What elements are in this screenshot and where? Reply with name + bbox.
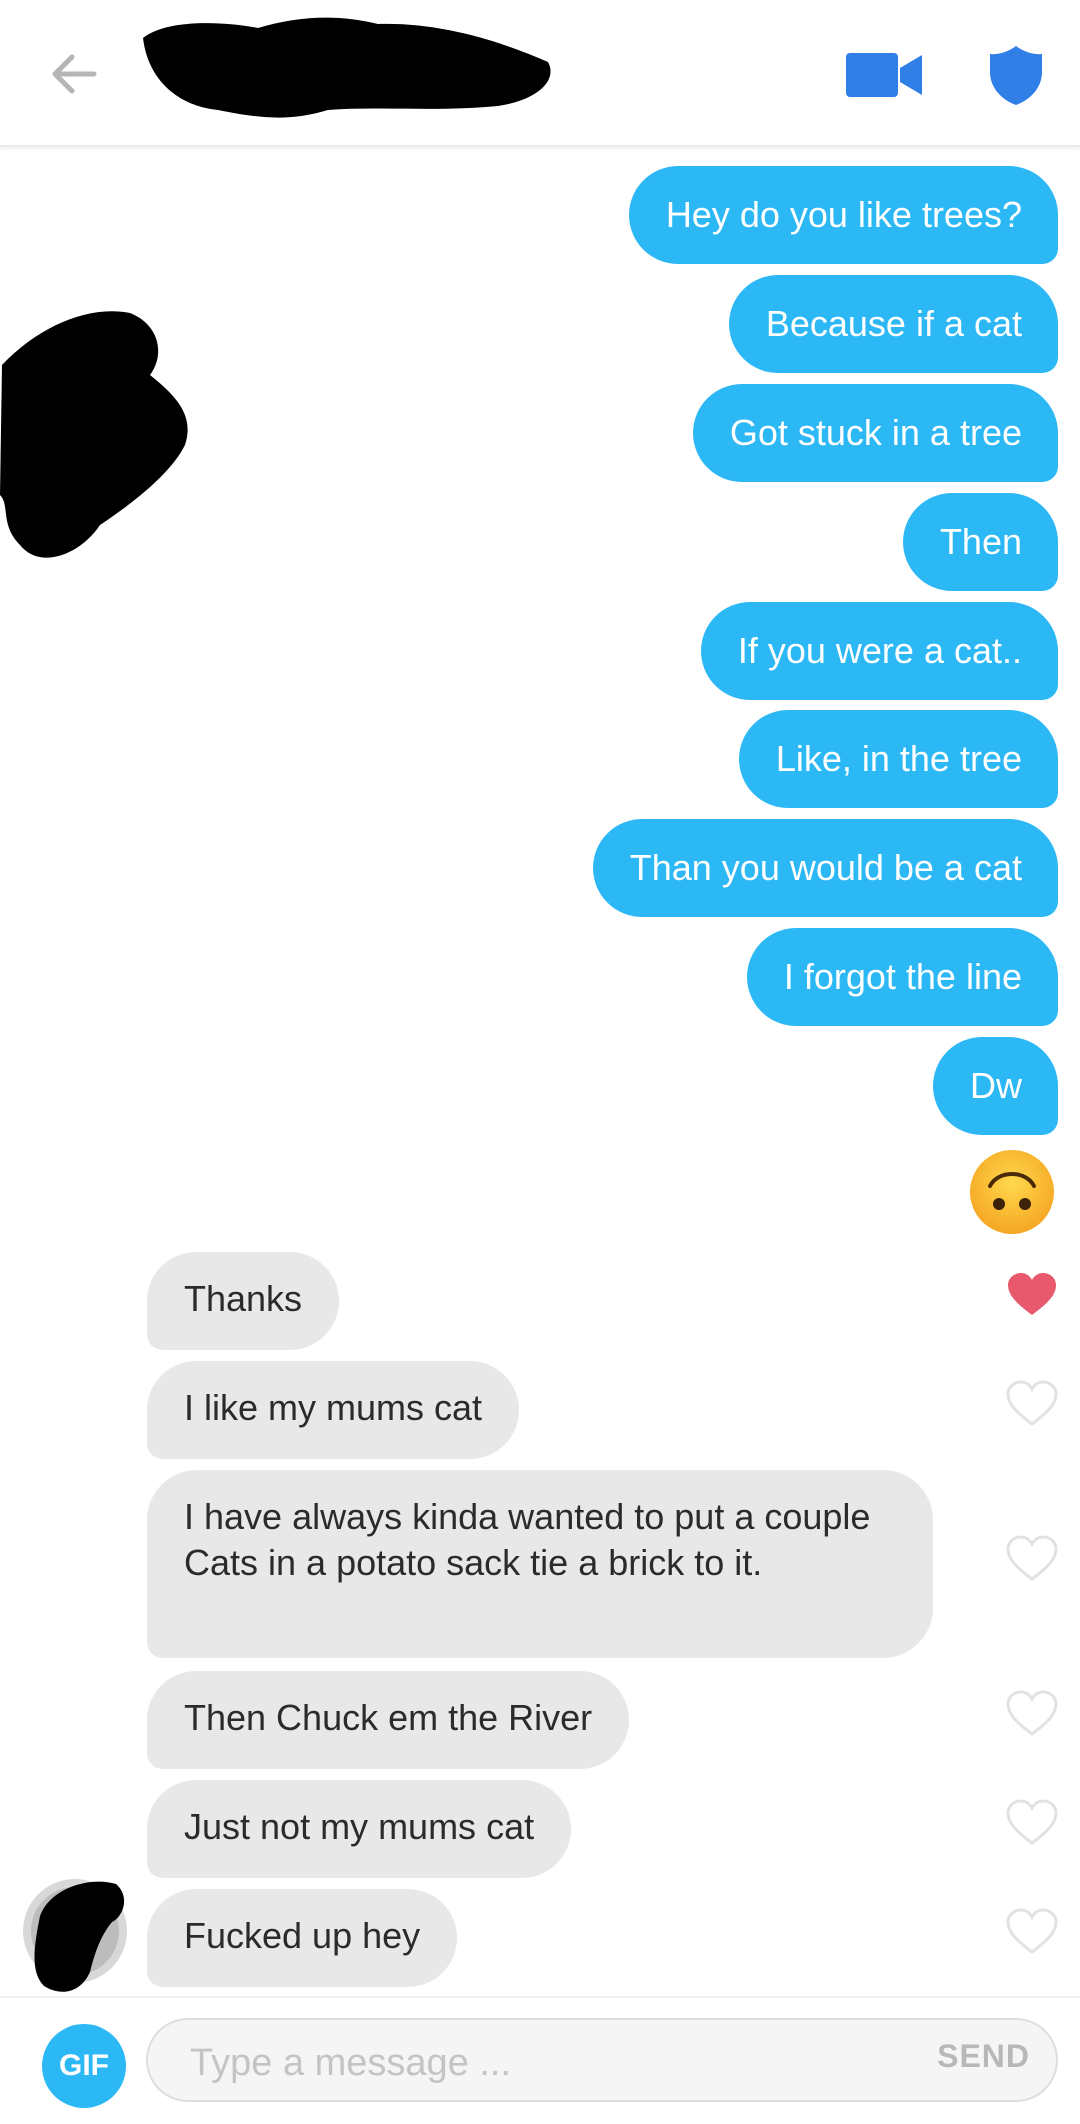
incoming-message[interactable]: I have always kinda wanted to put a coup… xyxy=(147,1470,933,1658)
shield-icon[interactable] xyxy=(988,44,1044,106)
heart-outline-icon[interactable] xyxy=(1006,1380,1058,1426)
incoming-message[interactable]: Just not my mums cat xyxy=(147,1780,572,1878)
incoming-message[interactable]: Then Chuck em the River xyxy=(147,1671,630,1769)
redaction-scribble xyxy=(0,311,188,558)
incoming-message[interactable]: I like my mums cat xyxy=(147,1361,520,1459)
incoming-message[interactable]: Fucked up hey xyxy=(147,1889,458,1987)
arrow-left-icon[interactable] xyxy=(48,48,100,100)
send-button[interactable]: SEND xyxy=(937,2038,1030,2075)
outgoing-message[interactable]: Like, in the tree xyxy=(738,710,1058,808)
video-camera-icon[interactable] xyxy=(846,50,922,100)
heart-outline-icon[interactable] xyxy=(1006,1690,1058,1736)
outgoing-message[interactable]: Dw xyxy=(933,1037,1058,1135)
heart-outline-icon[interactable] xyxy=(1006,1799,1058,1845)
message-input-container[interactable]: SEND xyxy=(146,2018,1058,2102)
outgoing-message[interactable]: If you were a cat.. xyxy=(700,602,1058,700)
gif-button[interactable]: GIF xyxy=(42,2024,126,2108)
heart-liked-icon[interactable] xyxy=(1006,1271,1058,1317)
outgoing-message[interactable]: Because if a cat xyxy=(728,275,1058,373)
message-input[interactable] xyxy=(188,2032,892,2094)
redacted-name-scribble xyxy=(143,17,551,118)
outgoing-message[interactable]: I forgot the line xyxy=(746,928,1058,1026)
heart-outline-icon[interactable] xyxy=(1006,1535,1058,1581)
chat-header xyxy=(0,0,1080,147)
outgoing-message[interactable]: Got stuck in a tree xyxy=(692,384,1058,482)
outgoing-message[interactable]: Then xyxy=(902,493,1058,591)
upside-down-face-emoji-icon[interactable] xyxy=(968,1148,1056,1236)
avatar[interactable] xyxy=(20,1876,130,1996)
outgoing-message[interactable]: Than you would be a cat xyxy=(592,819,1058,917)
incoming-message[interactable]: Thanks xyxy=(147,1252,340,1350)
heart-outline-icon[interactable] xyxy=(1006,1908,1058,1954)
outgoing-message[interactable]: Hey do you like trees? xyxy=(628,166,1058,264)
